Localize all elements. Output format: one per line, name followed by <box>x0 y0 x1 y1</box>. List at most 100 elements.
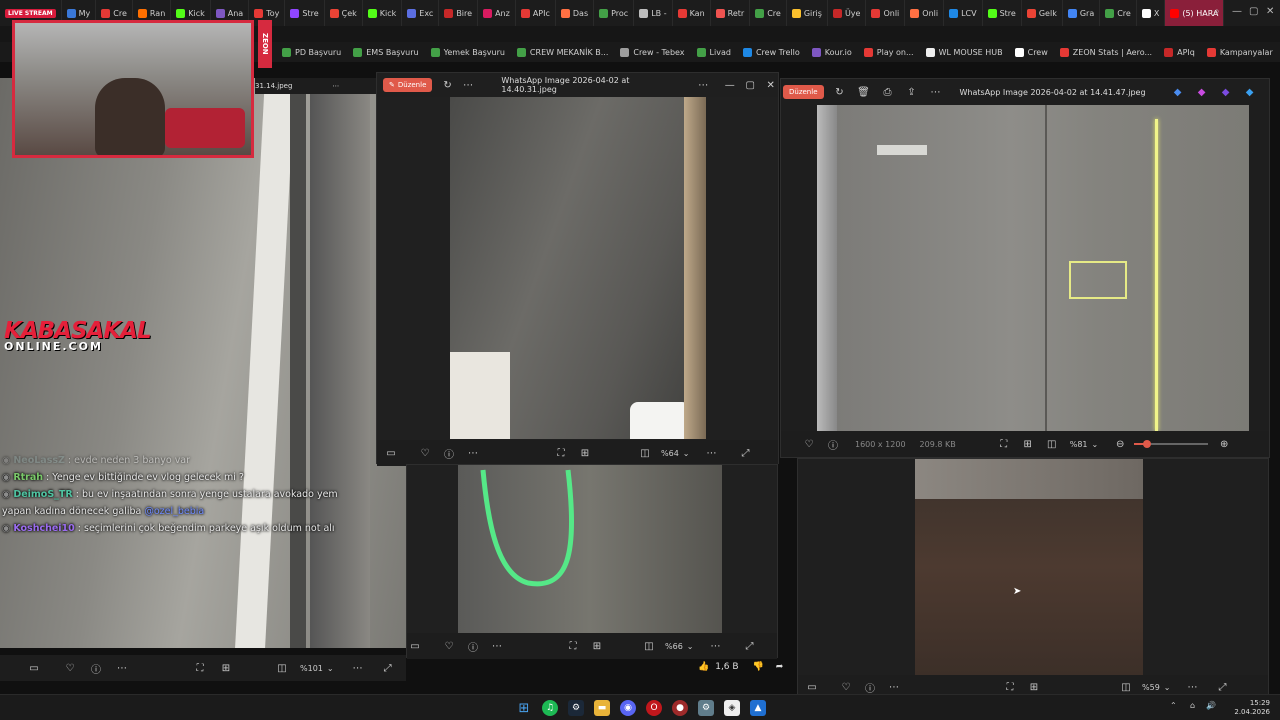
bookmark-item[interactable]: APIq <box>1164 47 1195 57</box>
zoom-fit-icon[interactable]: ◫ <box>274 663 290 674</box>
discord-icon[interactable]: ◉ <box>620 700 636 716</box>
browser-tab[interactable]: Retr <box>711 0 751 26</box>
fit-icon[interactable]: ⛶ <box>1002 682 1018 693</box>
filmstrip-icon[interactable]: ▭ <box>804 682 820 693</box>
bookmark-item[interactable]: Play on... <box>863 47 914 57</box>
bookmark-item[interactable]: WL MOUSE HUB <box>925 47 1003 57</box>
browser-tab[interactable]: Onli <box>905 0 945 26</box>
thumbs-down-icon[interactable]: 👎 <box>753 662 764 672</box>
browser-tab[interactable]: LB - <box>634 0 673 26</box>
browser-tab[interactable]: X <box>1137 0 1166 26</box>
search-icon[interactable]: ⌕ <box>1214 6 1220 17</box>
zoom-fit-icon[interactable]: ◫ <box>637 448 653 459</box>
bookmark-item[interactable]: Livad <box>696 47 731 57</box>
print-icon[interactable]: ⎙ <box>880 87 896 98</box>
slider-thumb[interactable] <box>1143 440 1152 448</box>
spotify-icon[interactable]: ♫ <box>542 700 558 716</box>
info-icon[interactable]: ⓘ <box>862 680 878 695</box>
app-icon-4[interactable]: ◆ <box>1242 87 1258 98</box>
bookmark-item[interactable]: Yemek Başvuru <box>430 47 505 57</box>
fit-icon[interactable]: ⛶ <box>553 448 569 459</box>
volume-icon[interactable]: 🔊 <box>1206 701 1216 710</box>
maximize-icon[interactable]: ▢ <box>743 80 758 91</box>
zoom-select[interactable]: %66 ⌄ <box>665 642 693 651</box>
browser-tab[interactable]: Gelk <box>1022 0 1063 26</box>
info-icon[interactable]: ⓘ <box>88 661 104 676</box>
expand-icon[interactable]: ⤢ <box>1214 682 1230 693</box>
folder-icon[interactable]: ▬ <box>594 700 610 716</box>
bookmark-item[interactable]: CREW MEKANİK B... <box>516 47 608 57</box>
bookmark-item[interactable]: PD Başvuru <box>282 47 341 57</box>
maximize-icon[interactable]: ▢ <box>1249 6 1258 17</box>
more-icon[interactable]: ⋯ <box>332 82 339 90</box>
browser-tab[interactable]: Kan <box>673 0 711 26</box>
heart-icon[interactable]: ♡ <box>62 663 78 674</box>
browser-tab[interactable]: Das <box>556 0 595 26</box>
app-icon-2[interactable]: ◆ <box>1194 87 1210 98</box>
crop-icon[interactable]: ⊞ <box>1026 682 1042 693</box>
bookmark-item[interactable]: EMS Başvuru <box>353 47 419 57</box>
fit-icon[interactable]: ⛶ <box>192 663 208 674</box>
obs-icon[interactable]: ● <box>672 700 688 716</box>
steam-icon[interactable]: ⚙ <box>568 700 584 716</box>
more-icon[interactable]: ⋯ <box>703 448 719 459</box>
heart-icon[interactable]: ♡ <box>417 448 433 459</box>
network-icon[interactable]: ⌂ <box>1190 701 1195 710</box>
trash-icon[interactable]: 🗑 <box>856 87 872 98</box>
bookmark-item[interactable]: ZEON Stats | Aero... <box>1059 47 1152 57</box>
photos-icon[interactable]: ▲ <box>750 700 766 716</box>
share-icon[interactable]: ⇪ <box>904 87 920 98</box>
thumbs-up-icon[interactable]: 👍 <box>698 662 709 672</box>
filmstrip-icon[interactable]: ▭ <box>383 448 399 459</box>
minimize-icon[interactable]: — <box>1232 6 1242 17</box>
browser-tab[interactable]: Cre <box>1100 0 1137 26</box>
browser-tab[interactable]: Exc <box>402 0 440 26</box>
more-icon[interactable]: ⋯ <box>489 641 505 652</box>
windows-start-icon[interactable]: ⊞ <box>516 700 532 716</box>
system-clock[interactable]: 15:29 2.04.2026 <box>1234 699 1270 717</box>
zoom-select[interactable]: %59 ⌄ <box>1142 683 1170 692</box>
more-icon[interactable]: ⋯ <box>114 663 130 674</box>
more-icon[interactable]: ⋯ <box>461 80 476 91</box>
rotate-icon[interactable]: ↻ <box>832 87 848 98</box>
expand-icon[interactable]: ⤢ <box>741 641 757 652</box>
browser-tab[interactable]: Stre <box>285 0 325 26</box>
zoom-fit-icon[interactable]: ◫ <box>1118 682 1134 693</box>
edit-button[interactable]: Düzenle <box>783 85 824 99</box>
minimize-icon[interactable]: — <box>723 80 738 91</box>
app-icon-1[interactable]: ◆ <box>1170 87 1186 98</box>
browser-tab[interactable]: Anz <box>478 0 516 26</box>
fit-icon[interactable]: ⛶ <box>996 439 1012 450</box>
more-icon[interactable]: ⋯ <box>696 80 711 91</box>
fit-icon[interactable]: ⛶ <box>565 641 581 652</box>
zoom-out-icon[interactable]: ⊖ <box>1112 439 1128 450</box>
zoom-fit-icon[interactable]: ◫ <box>641 641 657 652</box>
bookmark-item[interactable]: Crew Trello <box>742 47 800 57</box>
filmstrip-icon[interactable]: ▭ <box>26 663 42 674</box>
rotate-icon[interactable]: ↻ <box>440 80 455 91</box>
browser-tab[interactable]: Giriş <box>787 0 828 26</box>
more-icon[interactable]: ⋯ <box>928 87 944 98</box>
browser-tab[interactable]: Üye <box>828 0 867 26</box>
info-icon[interactable]: ⓘ <box>465 639 481 654</box>
info-icon[interactable]: ⓘ <box>441 446 457 461</box>
zoom-select[interactable]: %64 ⌄ <box>661 449 689 458</box>
app-icon[interactable]: ◈ <box>724 700 740 716</box>
zoom-fit-icon[interactable]: ◫ <box>1044 439 1060 450</box>
browser-tab[interactable]: Cre <box>750 0 787 26</box>
more-icon[interactable]: ⋯ <box>465 448 481 459</box>
crop-icon[interactable]: ⊞ <box>577 448 593 459</box>
share-icon[interactable]: ➦ <box>776 662 784 672</box>
browser-tab[interactable]: Stre <box>983 0 1022 26</box>
zoom-select[interactable]: %101 ⌄ <box>300 664 334 673</box>
browser-tab[interactable]: Onli <box>866 0 906 26</box>
heart-icon[interactable]: ♡ <box>801 439 817 450</box>
zoom-slider[interactable] <box>1134 440 1209 448</box>
browser-tab[interactable]: LCV <box>944 0 983 26</box>
bookmark-item[interactable]: Crew - Tebex <box>620 47 685 57</box>
browser-tab[interactable]: Kick <box>363 0 403 26</box>
browser-tab[interactable]: Gra <box>1063 0 1101 26</box>
heart-icon[interactable]: ♡ <box>441 641 457 652</box>
more-icon[interactable]: ⋯ <box>886 682 902 693</box>
crop-icon[interactable]: ⊞ <box>1020 439 1036 450</box>
